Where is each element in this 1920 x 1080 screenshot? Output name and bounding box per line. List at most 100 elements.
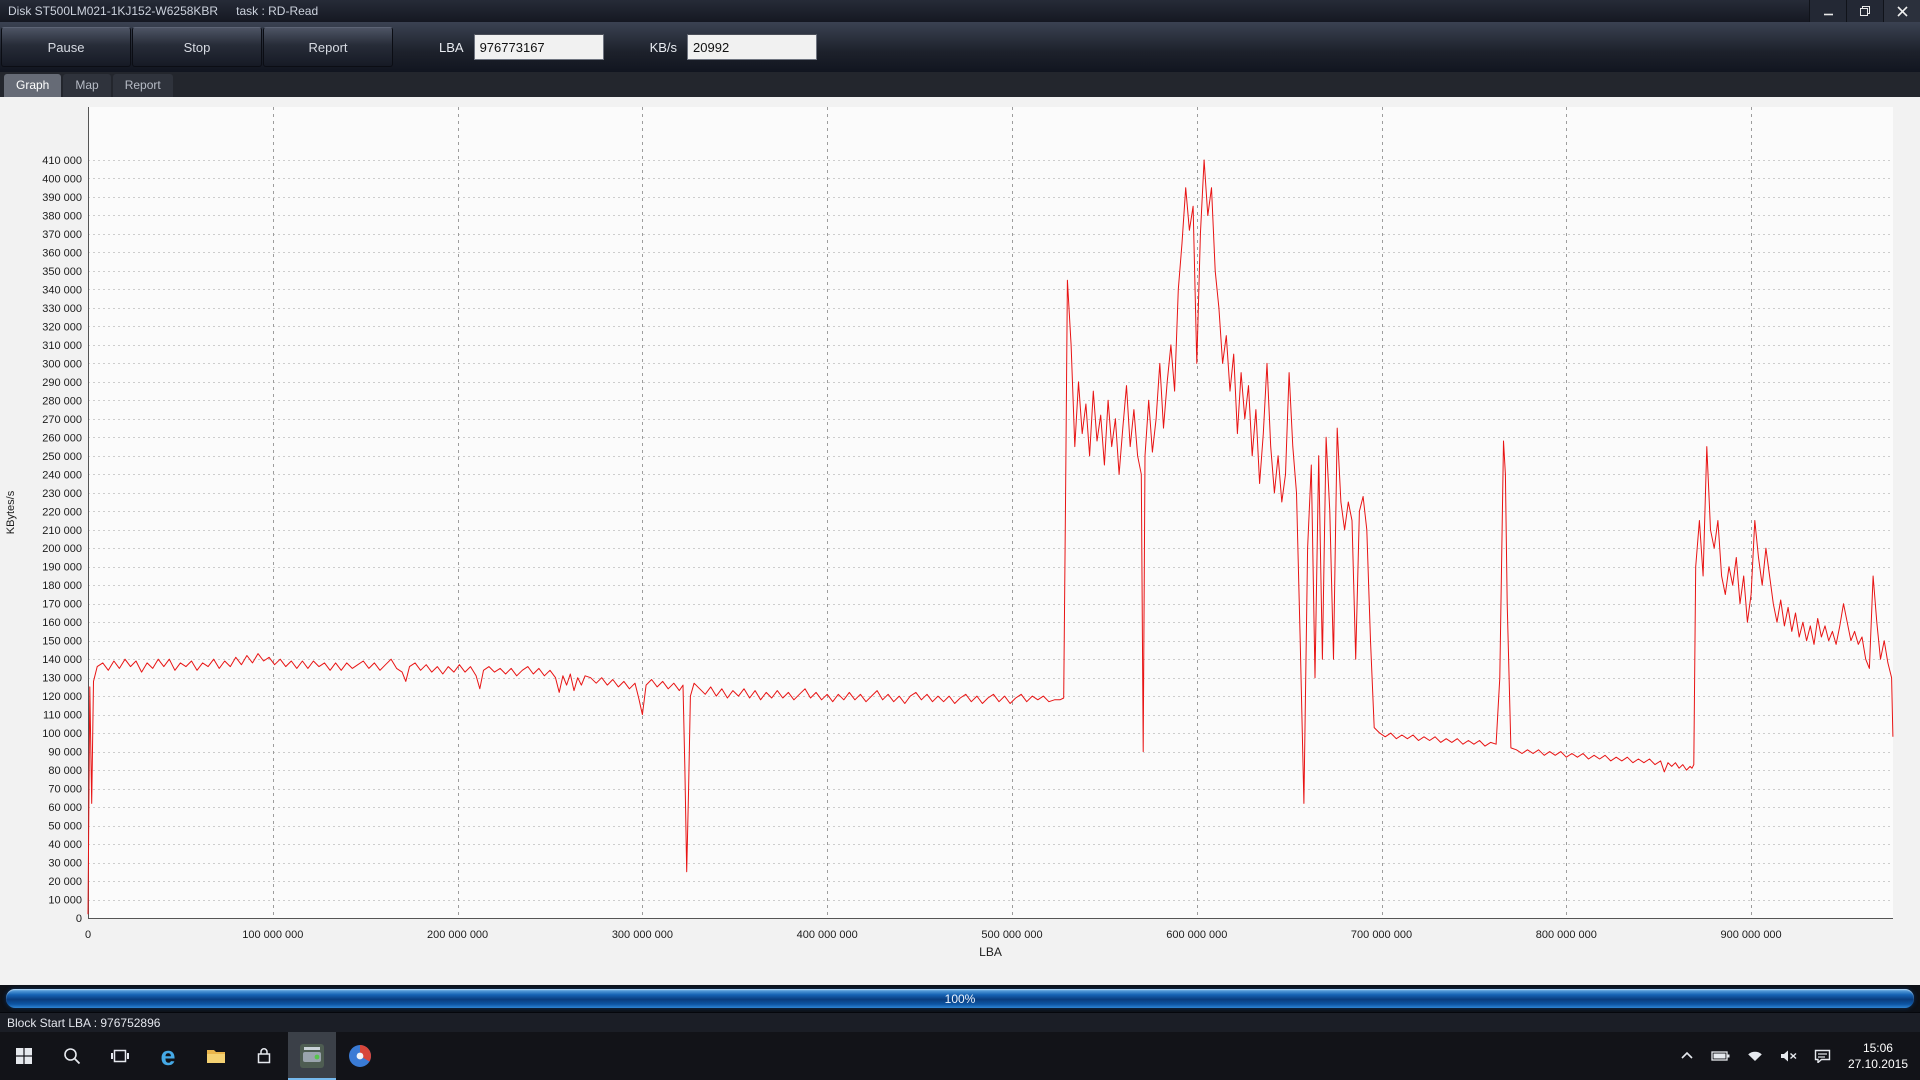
svg-text:100 000: 100 000 bbox=[42, 728, 82, 740]
kbs-field-label: KB/s bbox=[650, 40, 677, 55]
svg-text:40 000: 40 000 bbox=[48, 839, 82, 851]
toolbar: Pause Stop Report LBA KB/s bbox=[0, 22, 1920, 73]
window-controls bbox=[1809, 0, 1920, 22]
svg-text:230 000: 230 000 bbox=[42, 488, 82, 500]
svg-text:240 000: 240 000 bbox=[42, 469, 82, 481]
clock-date: 27.10.2015 bbox=[1848, 1056, 1908, 1072]
start-button[interactable] bbox=[0, 1032, 48, 1080]
edge-icon: e bbox=[160, 1043, 175, 1070]
svg-text:360 000: 360 000 bbox=[42, 247, 82, 259]
svg-text:KBytes/s: KBytes/s bbox=[5, 490, 17, 534]
svg-text:300 000 000: 300 000 000 bbox=[612, 929, 673, 941]
svg-text:900 000 000: 900 000 000 bbox=[1721, 929, 1782, 941]
graph-panel: 010 00020 00030 00040 00050 00060 00070 … bbox=[0, 97, 1920, 985]
svg-text:180 000: 180 000 bbox=[42, 580, 82, 592]
svg-text:150 000: 150 000 bbox=[42, 636, 82, 648]
svg-text:30 000: 30 000 bbox=[48, 858, 82, 870]
svg-text:210 000: 210 000 bbox=[42, 525, 82, 537]
desktop-root: { "window": { "title": "Disk ST500LM021-… bbox=[0, 0, 1920, 1080]
svg-text:20 000: 20 000 bbox=[48, 876, 82, 888]
store-icon bbox=[254, 1046, 274, 1066]
volume-muted-icon bbox=[1780, 1049, 1798, 1063]
svg-text:280 000: 280 000 bbox=[42, 395, 82, 407]
app-disk-tool-icon bbox=[299, 1043, 325, 1069]
progress-strip: 100% bbox=[0, 985, 1920, 1012]
svg-text:410 000: 410 000 bbox=[42, 155, 82, 167]
task-view-icon bbox=[110, 1046, 130, 1066]
stop-button[interactable]: Stop bbox=[132, 27, 262, 67]
svg-text:60 000: 60 000 bbox=[48, 802, 82, 814]
title-bar: Disk ST500LM021-1KJ152-W6258KBR task : R… bbox=[0, 0, 1920, 22]
tray-overflow-button[interactable] bbox=[1670, 1051, 1704, 1061]
tab-bar: Graph Map Report bbox=[0, 72, 1920, 98]
progress-percent: 100% bbox=[6, 992, 1914, 1006]
window-task-label: task : RD-Read bbox=[236, 4, 318, 18]
app-secondary-icon bbox=[347, 1043, 373, 1069]
svg-text:50 000: 50 000 bbox=[48, 821, 82, 833]
wifi-tray-button[interactable] bbox=[1738, 1049, 1772, 1063]
svg-text:600 000 000: 600 000 000 bbox=[1166, 929, 1227, 941]
close-button[interactable] bbox=[1883, 0, 1920, 22]
file-explorer-icon bbox=[205, 1046, 227, 1066]
svg-text:170 000: 170 000 bbox=[42, 599, 82, 611]
svg-text:370 000: 370 000 bbox=[42, 229, 82, 241]
battery-tray-button[interactable] bbox=[1704, 1050, 1738, 1062]
lba-field-label: LBA bbox=[439, 40, 464, 55]
svg-text:400 000 000: 400 000 000 bbox=[797, 929, 858, 941]
svg-text:320 000: 320 000 bbox=[42, 321, 82, 333]
svg-text:140 000: 140 000 bbox=[42, 654, 82, 666]
app-secondary-button[interactable] bbox=[336, 1032, 384, 1080]
window-title: Disk ST500LM021-1KJ152-W6258KBR bbox=[8, 4, 218, 18]
restore-button[interactable] bbox=[1846, 0, 1883, 22]
clock-time: 15:06 bbox=[1848, 1040, 1908, 1056]
svg-text:260 000: 260 000 bbox=[42, 432, 82, 444]
svg-text:220 000: 220 000 bbox=[42, 506, 82, 518]
tab-graph[interactable]: Graph bbox=[4, 74, 61, 97]
svg-text:90 000: 90 000 bbox=[48, 747, 82, 759]
svg-text:190 000: 190 000 bbox=[42, 562, 82, 574]
svg-text:250 000: 250 000 bbox=[42, 451, 82, 463]
svg-text:LBA: LBA bbox=[979, 945, 1002, 959]
svg-text:100 000 000: 100 000 000 bbox=[242, 929, 303, 941]
svg-text:350 000: 350 000 bbox=[42, 266, 82, 278]
svg-text:330 000: 330 000 bbox=[42, 303, 82, 315]
tab-report[interactable]: Report bbox=[113, 74, 173, 97]
wifi-icon bbox=[1746, 1049, 1764, 1063]
svg-text:310 000: 310 000 bbox=[42, 340, 82, 352]
svg-text:290 000: 290 000 bbox=[42, 377, 82, 389]
taskbar-clock[interactable]: 15:06 27.10.2015 bbox=[1840, 1040, 1920, 1072]
close-icon bbox=[1897, 6, 1908, 17]
taskbar: e bbox=[0, 1032, 1920, 1080]
chevron-up-icon bbox=[1680, 1051, 1694, 1061]
svg-text:160 000: 160 000 bbox=[42, 617, 82, 629]
app-disk-tool-button[interactable] bbox=[288, 1032, 336, 1080]
battery-icon bbox=[1711, 1050, 1731, 1062]
svg-text:700 000 000: 700 000 000 bbox=[1351, 929, 1412, 941]
system-tray: 15:06 27.10.2015 bbox=[1670, 1032, 1920, 1080]
edge-browser-button[interactable]: e bbox=[144, 1032, 192, 1080]
tab-map[interactable]: Map bbox=[63, 74, 110, 97]
action-center-icon bbox=[1814, 1049, 1831, 1063]
action-center-button[interactable] bbox=[1806, 1049, 1840, 1063]
svg-text:340 000: 340 000 bbox=[42, 284, 82, 296]
minimize-button[interactable] bbox=[1809, 0, 1846, 22]
svg-text:80 000: 80 000 bbox=[48, 765, 82, 777]
lba-input[interactable] bbox=[474, 34, 604, 60]
svg-text:130 000: 130 000 bbox=[42, 673, 82, 685]
task-view-button[interactable] bbox=[96, 1032, 144, 1080]
pause-button[interactable]: Pause bbox=[1, 27, 131, 67]
svg-text:390 000: 390 000 bbox=[42, 192, 82, 204]
kbs-input[interactable] bbox=[687, 34, 817, 60]
svg-text:0: 0 bbox=[85, 929, 91, 941]
file-explorer-button[interactable] bbox=[192, 1032, 240, 1080]
report-button[interactable]: Report bbox=[263, 27, 393, 67]
progress-bar: 100% bbox=[6, 989, 1914, 1008]
svg-text:200 000 000: 200 000 000 bbox=[427, 929, 488, 941]
status-bar: Block Start LBA : 976752896 bbox=[0, 1012, 1920, 1033]
search-button[interactable] bbox=[48, 1032, 96, 1080]
volume-tray-button[interactable] bbox=[1772, 1049, 1806, 1063]
svg-text:400 000: 400 000 bbox=[42, 174, 82, 186]
svg-text:800 000 000: 800 000 000 bbox=[1536, 929, 1597, 941]
store-button[interactable] bbox=[240, 1032, 288, 1080]
svg-text:200 000: 200 000 bbox=[42, 543, 82, 555]
